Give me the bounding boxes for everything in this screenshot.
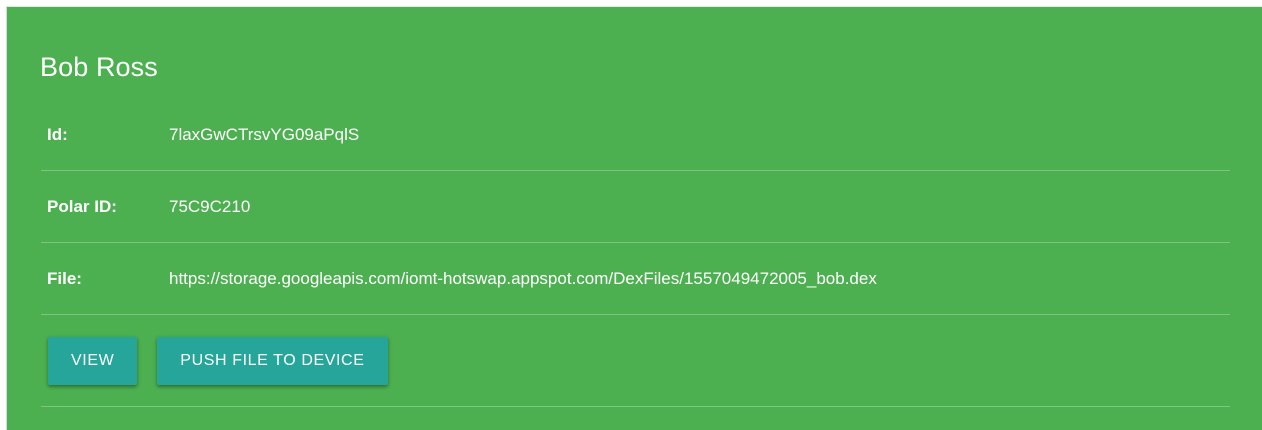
id-value: 7laxGwCTrsvYG09aPqlS <box>169 124 360 144</box>
id-label: Id: <box>47 124 68 144</box>
polar-id-label: Polar ID: <box>47 196 117 216</box>
detail-list: Id: 7laxGwCTrsvYG09aPqlS Polar ID: 75C9C… <box>41 99 1230 407</box>
polar-id-value: 75C9C210 <box>169 196 251 216</box>
card-actions: VIEW PUSH FILE TO DEVICE <box>41 315 1230 407</box>
card-title: Bob Ross <box>40 52 158 82</box>
detail-row-polar-id: Polar ID: 75C9C210 <box>41 171 1230 243</box>
detail-row-id: Id: 7laxGwCTrsvYG09aPqlS <box>41 99 1230 171</box>
push-file-to-device-button[interactable]: PUSH FILE TO DEVICE <box>157 336 388 385</box>
device-card: Bob Ross Id: 7laxGwCTrsvYG09aPqlS Polar … <box>6 6 1262 430</box>
view-button[interactable]: VIEW <box>48 336 138 385</box>
file-url: https://storage.googleapis.com/iomt-hots… <box>169 268 877 288</box>
file-label: File: <box>47 268 82 288</box>
detail-row-file: File: https://storage.googleapis.com/iom… <box>41 243 1230 315</box>
